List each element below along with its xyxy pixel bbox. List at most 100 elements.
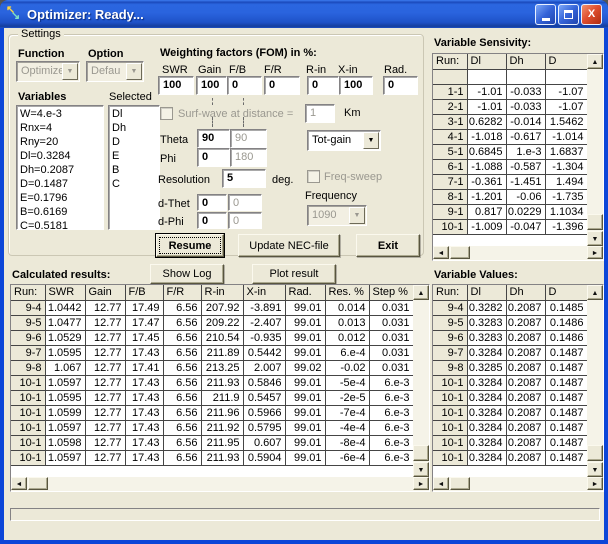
scroll-down-icon[interactable]: ▼ [587, 231, 603, 246]
results-vscrollbar[interactable]: ▲ ▼ [413, 285, 429, 477]
values-table[interactable]: Run:DlDhD9-40.32820.20870.14859-50.32830… [432, 284, 604, 492]
table-row[interactable]: 10-11.059912.7717.436.56211.960.596699.0… [11, 405, 413, 420]
table-row[interactable]: 10-10.32840.20870.1487 [433, 405, 587, 420]
theta-input[interactable]: 90 [197, 129, 230, 148]
list-item[interactable]: Dl=0.3284 [20, 149, 103, 163]
table-row[interactable]: 9-60.32830.20870.1486 [433, 330, 587, 345]
phi-input[interactable]: 0 [197, 148, 230, 167]
fom-input-swr[interactable]: 100 [158, 76, 194, 95]
surf-wave-checkbox[interactable] [160, 107, 173, 120]
table-row[interactable]: 10-10.32840.20870.1487 [433, 435, 587, 450]
exit-button[interactable]: Exit [356, 234, 420, 257]
list-item[interactable]: Rnx=4 [20, 121, 103, 135]
scroll-thumb[interactable] [587, 445, 603, 461]
table-row[interactable]: 10-11.059712.7717.436.56211.920.579599.0… [11, 420, 413, 435]
table-row[interactable]: 10-10.32840.20870.1487 [433, 420, 587, 435]
scroll-thumb[interactable] [587, 214, 603, 230]
scroll-up-icon[interactable]: ▲ [587, 285, 603, 300]
d-thet-input-2[interactable]: 0 [228, 194, 262, 211]
fom-input-rin[interactable]: 0 [307, 76, 339, 95]
scroll-up-icon[interactable]: ▲ [413, 285, 429, 300]
table-row[interactable]: 3-10.6282-0.0141.5462 [433, 114, 587, 129]
table-row[interactable]: 10-1-1.009-0.047-1.396 [433, 219, 587, 234]
scroll-thumb[interactable] [28, 477, 48, 490]
fom-input-fb[interactable]: 0 [227, 76, 262, 95]
d-phi-input-2[interactable]: 0 [228, 212, 262, 229]
fom-input-gain[interactable]: 100 [196, 76, 227, 95]
list-item[interactable]: W=4.e-3 [20, 107, 103, 121]
fom-input-xin[interactable]: 100 [339, 76, 373, 95]
table-row[interactable]: 9-71.059512.7717.436.56211.890.544299.01… [11, 345, 413, 360]
scroll-left-icon[interactable]: ◄ [433, 477, 449, 490]
table-row[interactable]: 9-80.32850.20870.1487 [433, 360, 587, 375]
chevron-down-icon[interactable]: ▼ [126, 63, 142, 80]
table-row[interactable]: 6-1-1.088-0.587-1.304 [433, 159, 587, 174]
table-row[interactable]: 10-11.059512.7717.436.56211.90.545799.01… [11, 390, 413, 405]
option-combobox[interactable]: Defau ▼ [86, 61, 144, 82]
table-row[interactable]: 10-10.32840.20870.1487 [433, 390, 587, 405]
scroll-right-icon[interactable]: ► [587, 246, 603, 259]
scroll-thumb[interactable] [413, 445, 429, 461]
table-row[interactable]: 9-61.052912.7717.456.56210.54-0.93599.01… [11, 330, 413, 345]
resolution-input[interactable]: 5 [222, 169, 266, 188]
table-row[interactable]: 10-10.32840.20870.1487 [433, 375, 587, 390]
plot-result-button[interactable]: Plot result [252, 264, 336, 284]
list-item[interactable]: Dh [112, 121, 159, 135]
scroll-up-icon[interactable]: ▲ [587, 54, 603, 69]
list-item[interactable]: B=0.6169 [20, 205, 103, 219]
table-row[interactable]: 1-1-1.01-0.033-1.07 [433, 84, 587, 99]
table-row[interactable]: 4-1-1.018-0.617-1.014 [433, 129, 587, 144]
scroll-left-icon[interactable]: ◄ [11, 477, 27, 490]
function-combobox[interactable]: Optimize ▼ [16, 61, 80, 82]
titlebar[interactable]: ↖↘ Optimizer: Ready... X [0, 0, 608, 28]
scroll-right-icon[interactable]: ► [413, 477, 429, 490]
scroll-left-icon[interactable]: ◄ [433, 246, 449, 259]
values-hscrollbar[interactable]: ◄ ► [433, 477, 603, 491]
pattern-type-combobox[interactable]: Tot-gain ▼ [307, 130, 381, 151]
close-button[interactable]: X [581, 4, 602, 25]
table-row[interactable]: 9-10.8170.02291.1034 [433, 204, 587, 219]
resume-button[interactable]: Resume [156, 234, 224, 257]
d-thet-input[interactable]: 0 [197, 194, 227, 211]
phi-input-2[interactable]: 180 [230, 148, 267, 167]
table-row[interactable]: 10-11.059812.7717.436.56211.950.60799.01… [11, 435, 413, 450]
results-hscrollbar[interactable]: ◄ ► [11, 477, 429, 491]
show-log-button[interactable]: Show Log [150, 264, 224, 284]
list-item[interactable]: Rny=20 [20, 135, 103, 149]
list-item[interactable]: E [112, 149, 159, 163]
table-row[interactable]: 10-11.059712.7717.436.56211.930.584699.0… [11, 375, 413, 390]
fom-input-rad[interactable]: 0 [383, 76, 418, 95]
sensitivity-table[interactable]: Run:DlDhD1-1-1.01-0.033-1.072-1-1.01-0.0… [432, 53, 604, 261]
results-table[interactable]: Run:SWRGainF/BF/RR-inX-inRad.Res. %Step … [10, 284, 430, 492]
sensitivity-hscrollbar[interactable]: ◄ ► [433, 246, 603, 260]
scroll-right-icon[interactable]: ► [587, 477, 603, 490]
list-item[interactable]: C [112, 177, 159, 191]
theta-input-2[interactable]: 90 [230, 129, 267, 148]
scroll-down-icon[interactable]: ▼ [413, 462, 429, 477]
list-item[interactable]: E=0.1796 [20, 191, 103, 205]
surf-wave-distance-input[interactable]: 1 [305, 104, 335, 123]
table-row[interactable]: 2-1-1.01-0.033-1.07 [433, 99, 587, 114]
freq-sweep-checkbox[interactable] [307, 170, 320, 183]
table-row[interactable]: 9-41.044212.7717.496.56207.92-3.89199.01… [11, 300, 413, 315]
chevron-down-icon[interactable]: ▼ [349, 207, 365, 224]
d-phi-input[interactable]: 0 [197, 212, 227, 229]
table-row[interactable]: 7-1-0.361-1.4511.494 [433, 174, 587, 189]
chevron-down-icon[interactable]: ▼ [363, 132, 379, 149]
list-item[interactable]: B [112, 163, 159, 177]
table-row[interactable]: 10-11.059712.7717.436.56211.930.590499.0… [11, 450, 413, 465]
scroll-thumb[interactable] [450, 246, 470, 259]
table-row[interactable]: 9-51.047712.7717.476.56209.22-2.40799.01… [11, 315, 413, 330]
table-row[interactable]: 8-1-1.201-0.06-1.735 [433, 189, 587, 204]
scroll-down-icon[interactable]: ▼ [587, 462, 603, 477]
update-nec-file-button[interactable]: Update NEC-file [238, 234, 340, 257]
list-item[interactable]: D [112, 135, 159, 149]
list-item[interactable]: C=0.5181 [20, 219, 103, 230]
list-item[interactable]: D=0.1487 [20, 177, 103, 191]
list-item[interactable]: Dh=0.2087 [20, 163, 103, 177]
table-row[interactable]: 5-10.68451.e-31.6837 [433, 144, 587, 159]
table-row[interactable]: 9-50.32830.20870.1486 [433, 315, 587, 330]
frequency-combobox[interactable]: 1090 ▼ [307, 205, 367, 226]
table-row[interactable]: 9-40.32820.20870.1485 [433, 300, 587, 315]
values-vscrollbar[interactable]: ▲ ▼ [587, 285, 603, 477]
